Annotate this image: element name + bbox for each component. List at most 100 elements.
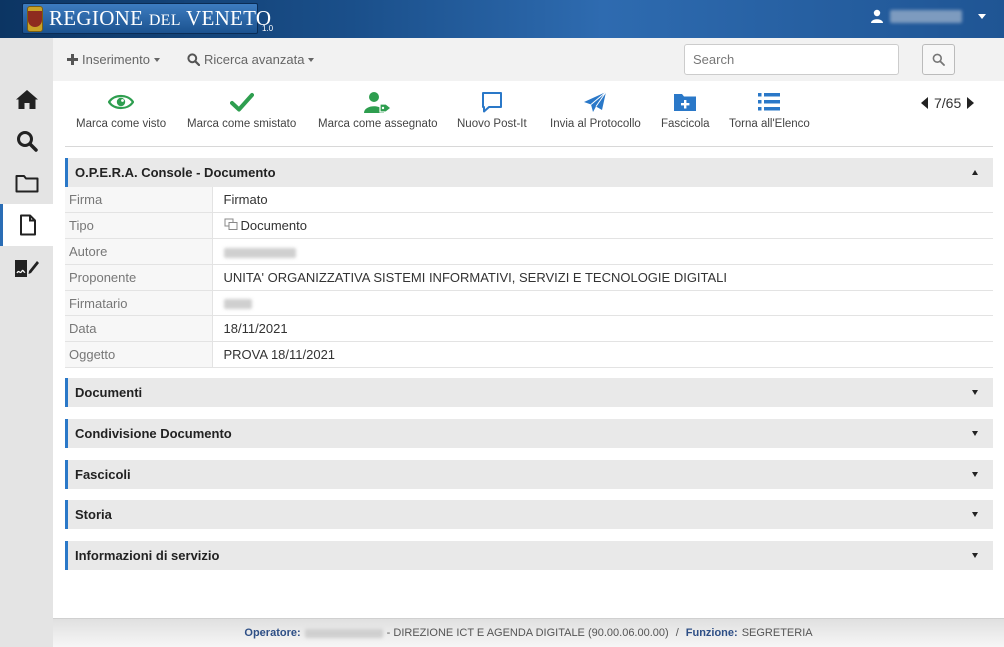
app-version: 1.0 <box>262 24 274 33</box>
row-key: Firmatario <box>65 290 213 317</box>
top-toolbar: Inserimento Ricerca avanzata <box>53 38 1004 81</box>
torna-all-elenco-button[interactable]: Torna all'Elenco <box>729 91 810 130</box>
username <box>890 9 962 23</box>
table-row: Oggetto PROVA 18/11/2021 <box>65 341 993 369</box>
fascicola-button[interactable]: Fascicola <box>661 91 710 130</box>
user-menu[interactable] <box>870 9 986 23</box>
sidebar-item-signature[interactable] <box>0 246 53 288</box>
folder-icon <box>15 174 38 192</box>
funzione-value: SEGRETERIA <box>741 627 813 639</box>
sidebar-item-search[interactable] <box>0 120 53 162</box>
invia-al-protocollo-button[interactable]: Invia al Protocollo <box>550 91 641 130</box>
check-icon <box>229 93 254 112</box>
row-value-data: 18/11/2021 <box>212 315 993 343</box>
next-icon[interactable] <box>967 97 975 109</box>
sidebar-item-document[interactable] <box>0 204 53 246</box>
divider <box>65 146 993 147</box>
document-details-table: Firma Firmato Tipo Documento Autore Prop… <box>65 187 993 369</box>
panel-header-fascicoli[interactable]: Fascicoli <box>65 460 993 489</box>
regione-veneto-logo[interactable]: REGIONE DEL VENETO <box>22 3 271 34</box>
sidebar-item-folders[interactable] <box>0 162 53 204</box>
funzione-label: Funzione: <box>685 627 738 639</box>
chevron-down-icon <box>972 390 978 395</box>
redacted-value <box>223 299 252 310</box>
table-row: Firmatario <box>65 290 993 317</box>
previous-icon[interactable] <box>921 97 928 109</box>
row-key: Firma <box>65 187 213 214</box>
signature-icon <box>15 259 39 277</box>
chevron-down-icon <box>308 57 315 62</box>
logo-text: REGIONE DEL VENETO <box>49 6 272 30</box>
row-key: Tipo <box>65 212 213 240</box>
panel-header-condivisione[interactable]: Condivisione Documento <box>65 419 993 448</box>
ricerca-avanzata-label: Ricerca avanzata <box>204 52 305 67</box>
chevron-down-icon <box>972 553 978 558</box>
chevron-down-icon <box>972 512 978 517</box>
ricerca-avanzata-menu[interactable]: Ricerca avanzata <box>187 52 315 67</box>
action-label: Nuovo Post-It <box>457 118 527 130</box>
panel-header-informazioni[interactable]: Informazioni di servizio <box>65 541 993 570</box>
table-row: Tipo Documento <box>65 212 993 240</box>
row-value-firmatario <box>212 290 993 317</box>
row-value-firma: Firmato <box>212 187 993 214</box>
search-input[interactable] <box>684 44 899 75</box>
home-icon <box>15 89 38 109</box>
tipo-value: Documento <box>240 218 307 234</box>
marca-come-assegnato-button[interactable]: Marca come assegnato <box>318 91 438 130</box>
action-label: Fascicola <box>661 118 710 130</box>
plus-icon <box>67 54 78 65</box>
chevron-down-icon <box>153 57 160 62</box>
crest-icon <box>27 5 43 32</box>
comment-icon <box>481 92 502 113</box>
panel-title: O.P.E.R.A. Console - Documento <box>75 165 276 180</box>
pager-text: 7/65 <box>934 95 962 111</box>
chevron-down-icon <box>972 472 978 477</box>
row-value-tipo: Documento <box>212 212 993 240</box>
marca-come-visto-button[interactable]: Marca come visto <box>76 91 166 130</box>
list-icon <box>758 93 781 111</box>
user-tag-icon <box>363 92 392 113</box>
row-key: Autore <box>65 238 213 265</box>
panel-title: Condivisione Documento <box>75 426 232 441</box>
marca-come-smistato-button[interactable]: Marca come smistato <box>187 91 296 130</box>
operatore-name-redacted <box>304 628 383 638</box>
left-sidebar <box>0 38 53 618</box>
inserimento-label: Inserimento <box>82 52 150 67</box>
table-row: Proponente UNITA' ORGANIZZATIVA SISTEMI … <box>65 264 993 291</box>
row-key: Data <box>65 315 213 343</box>
paper-plane-icon <box>584 91 607 112</box>
document-icon <box>20 214 36 236</box>
row-key: Proponente <box>65 264 213 291</box>
top-header: REGIONE DEL VENETO 1.0 <box>0 0 1004 38</box>
chevron-down-icon <box>978 13 986 19</box>
inserimento-menu[interactable]: Inserimento <box>67 52 160 67</box>
copy-document-icon <box>224 218 237 231</box>
redacted-value <box>223 247 296 258</box>
action-label: Marca come visto <box>76 118 167 130</box>
eye-icon <box>108 94 135 110</box>
panel-header-documento[interactable]: O.P.E.R.A. Console - Documento <box>65 158 993 187</box>
panel-title: Informazioni di servizio <box>75 548 220 563</box>
action-label: Invia al Protocollo <box>550 118 641 130</box>
panel-header-storia[interactable]: Storia <box>65 500 993 529</box>
department: - DIREZIONE ICT E AGENDA DIGITALE (90.00… <box>386 627 669 639</box>
chevron-down-icon <box>972 431 978 436</box>
search-icon <box>932 53 945 66</box>
row-value-autore <box>212 238 993 265</box>
panel-title: Storia <box>75 507 112 522</box>
sidebar-item-home[interactable] <box>0 78 53 120</box>
table-row: Autore <box>65 238 993 265</box>
folder-plus-icon <box>674 94 697 111</box>
nuovo-post-it-button[interactable]: Nuovo Post-It <box>457 91 527 130</box>
panel-title: Fascicoli <box>75 467 131 482</box>
panel-header-documenti[interactable]: Documenti <box>65 378 993 407</box>
panel-title: Documenti <box>75 385 143 400</box>
row-value-oggetto: PROVA 18/11/2021 <box>212 341 993 369</box>
operatore-label: Operatore: <box>244 627 301 639</box>
search-icon <box>187 53 200 66</box>
action-bar: Marca come visto Marca come smistato Mar… <box>53 81 1004 147</box>
table-row: Firma Firmato <box>65 187 993 214</box>
search-button[interactable] <box>922 44 955 75</box>
footer-sidebar-strip <box>0 618 53 647</box>
row-key: Oggetto <box>65 341 213 369</box>
